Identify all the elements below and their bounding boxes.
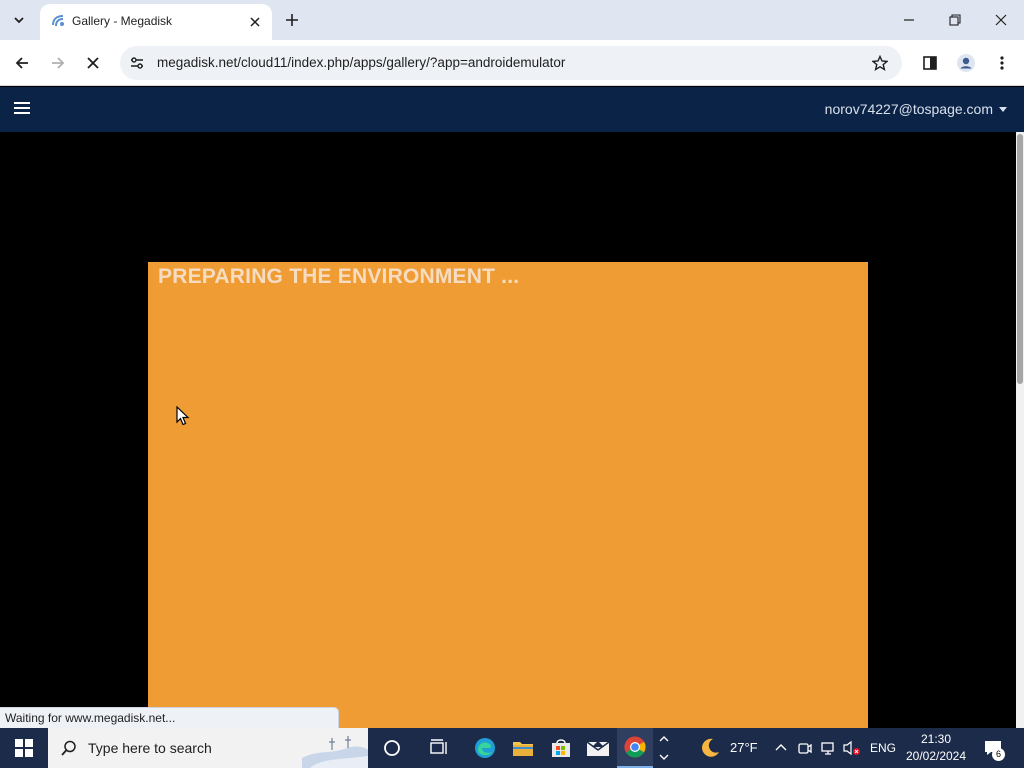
- mail-icon: [586, 741, 610, 756]
- task-view-button[interactable]: [421, 728, 457, 768]
- chrome-taskbar-button[interactable]: [617, 728, 653, 768]
- scrollbar-thumb[interactable]: [1017, 134, 1023, 384]
- app-header: norov74227@tospage.com: [0, 87, 1024, 132]
- folder-icon: [513, 742, 533, 756]
- circle-icon: [384, 740, 400, 756]
- close-window-button[interactable]: [978, 0, 1024, 40]
- forward-button[interactable]: [46, 51, 70, 75]
- start-button[interactable]: [0, 728, 48, 768]
- file-explorer-button[interactable]: [505, 728, 541, 768]
- browser-toolbar: megadisk.net/cloud11/index.php/apps/gall…: [0, 40, 1024, 86]
- arrow-right-icon: [52, 57, 65, 69]
- task-view-icon: [430, 739, 447, 754]
- status-bubble: Waiting for www.megadisk.net...: [0, 707, 339, 728]
- input-language[interactable]: ENG: [870, 741, 896, 755]
- store-bag-icon: [552, 739, 570, 757]
- network-icon: [821, 742, 834, 755]
- close-icon: [250, 17, 260, 27]
- search-icon: [61, 740, 76, 756]
- mouse-cursor-icon: [176, 406, 190, 426]
- tab-close-button[interactable]: [246, 13, 264, 31]
- clock[interactable]: 21:30 20/02/2024: [905, 731, 967, 765]
- taskbar-scroll-button[interactable]: [655, 728, 673, 768]
- new-tab-button[interactable]: [282, 10, 302, 30]
- tune-icon: [131, 57, 143, 69]
- chevron-down-icon: [14, 17, 24, 24]
- arrow-left-icon: [15, 57, 28, 69]
- chevron-up-icon: [775, 744, 787, 751]
- microsoft-store-button[interactable]: [543, 728, 579, 768]
- side-panel-icon: [923, 56, 937, 70]
- cortana-button[interactable]: [374, 728, 410, 768]
- windows-logo-icon: [15, 739, 33, 757]
- back-button[interactable]: [10, 51, 34, 75]
- tab-search-button[interactable]: [6, 7, 32, 33]
- clock-date: 20/02/2024: [905, 749, 967, 763]
- plus-icon: [286, 14, 298, 26]
- browser-tab-gallery[interactable]: Gallery - Megadisk: [40, 4, 272, 40]
- close-icon: [87, 57, 99, 69]
- volume-button[interactable]: [842, 738, 862, 758]
- weather-widget[interactable]: [692, 728, 728, 768]
- emulator-status-message: PREPARING THE ENVIRONMENT ...: [158, 265, 520, 288]
- volume-muted-icon: [843, 740, 860, 756]
- notification-count-badge: 6: [992, 748, 1005, 761]
- page-scrollbar[interactable]: [1016, 132, 1024, 728]
- chrome-icon: [624, 736, 646, 758]
- user-menu[interactable]: norov74227@tospage.com: [825, 101, 1007, 117]
- star-icon: [872, 55, 888, 71]
- taskbar: Type here to search 27°F ENG 21:30 20/02…: [0, 728, 1024, 768]
- side-panel-button[interactable]: [918, 51, 942, 75]
- weather-temperature: 27°F: [730, 740, 758, 755]
- network-button[interactable]: [819, 738, 839, 758]
- minimize-button[interactable]: [886, 0, 932, 40]
- chevron-up-down-icon: [659, 736, 669, 760]
- moon-icon: [702, 738, 719, 757]
- restore-button[interactable]: [932, 0, 978, 40]
- browser-menu-button[interactable]: [990, 51, 1014, 75]
- user-email: norov74227@tospage.com: [824, 101, 993, 117]
- site-info-button[interactable]: [128, 54, 146, 72]
- tab-strip: Gallery - Megadisk: [0, 0, 1024, 40]
- screen: Gallery - Megadisk megadisk.net/cloud11/…: [0, 0, 1024, 768]
- camera-icon: [798, 743, 812, 754]
- menu-icon[interactable]: [14, 102, 30, 116]
- clock-time: 21:30: [920, 732, 952, 746]
- caret-down-icon: [999, 107, 1007, 112]
- avatar-icon: [957, 54, 975, 72]
- url-text: megadisk.net/cloud11/index.php/apps/gall…: [157, 55, 566, 70]
- edge-taskbar-button[interactable]: [467, 728, 503, 768]
- minimize-icon: [904, 19, 914, 21]
- search-placeholder: Type here to search: [88, 740, 212, 756]
- tab-title: Gallery - Megadisk: [72, 14, 173, 28]
- edge-icon: [475, 738, 495, 758]
- megadisk-favicon-icon: [52, 15, 64, 27]
- stop-loading-button[interactable]: [81, 51, 105, 75]
- main-content: PREPARING THE ENVIRONMENT ...: [0, 132, 1016, 732]
- meet-now-button[interactable]: [795, 738, 815, 758]
- restore-icon: [949, 14, 961, 26]
- show-hidden-icons-button[interactable]: [771, 738, 791, 758]
- address-bar[interactable]: megadisk.net/cloud11/index.php/apps/gall…: [120, 46, 902, 80]
- taskbar-search[interactable]: Type here to search: [48, 728, 368, 768]
- mail-button[interactable]: [580, 728, 616, 768]
- more-vertical-icon: [1000, 56, 1004, 70]
- emulator-screen[interactable]: PREPARING THE ENVIRONMENT ...: [148, 262, 868, 732]
- search-highlight-art-icon: [302, 736, 368, 768]
- profile-button[interactable]: [954, 51, 978, 75]
- close-icon: [995, 14, 1007, 26]
- bookmark-button[interactable]: [870, 53, 890, 73]
